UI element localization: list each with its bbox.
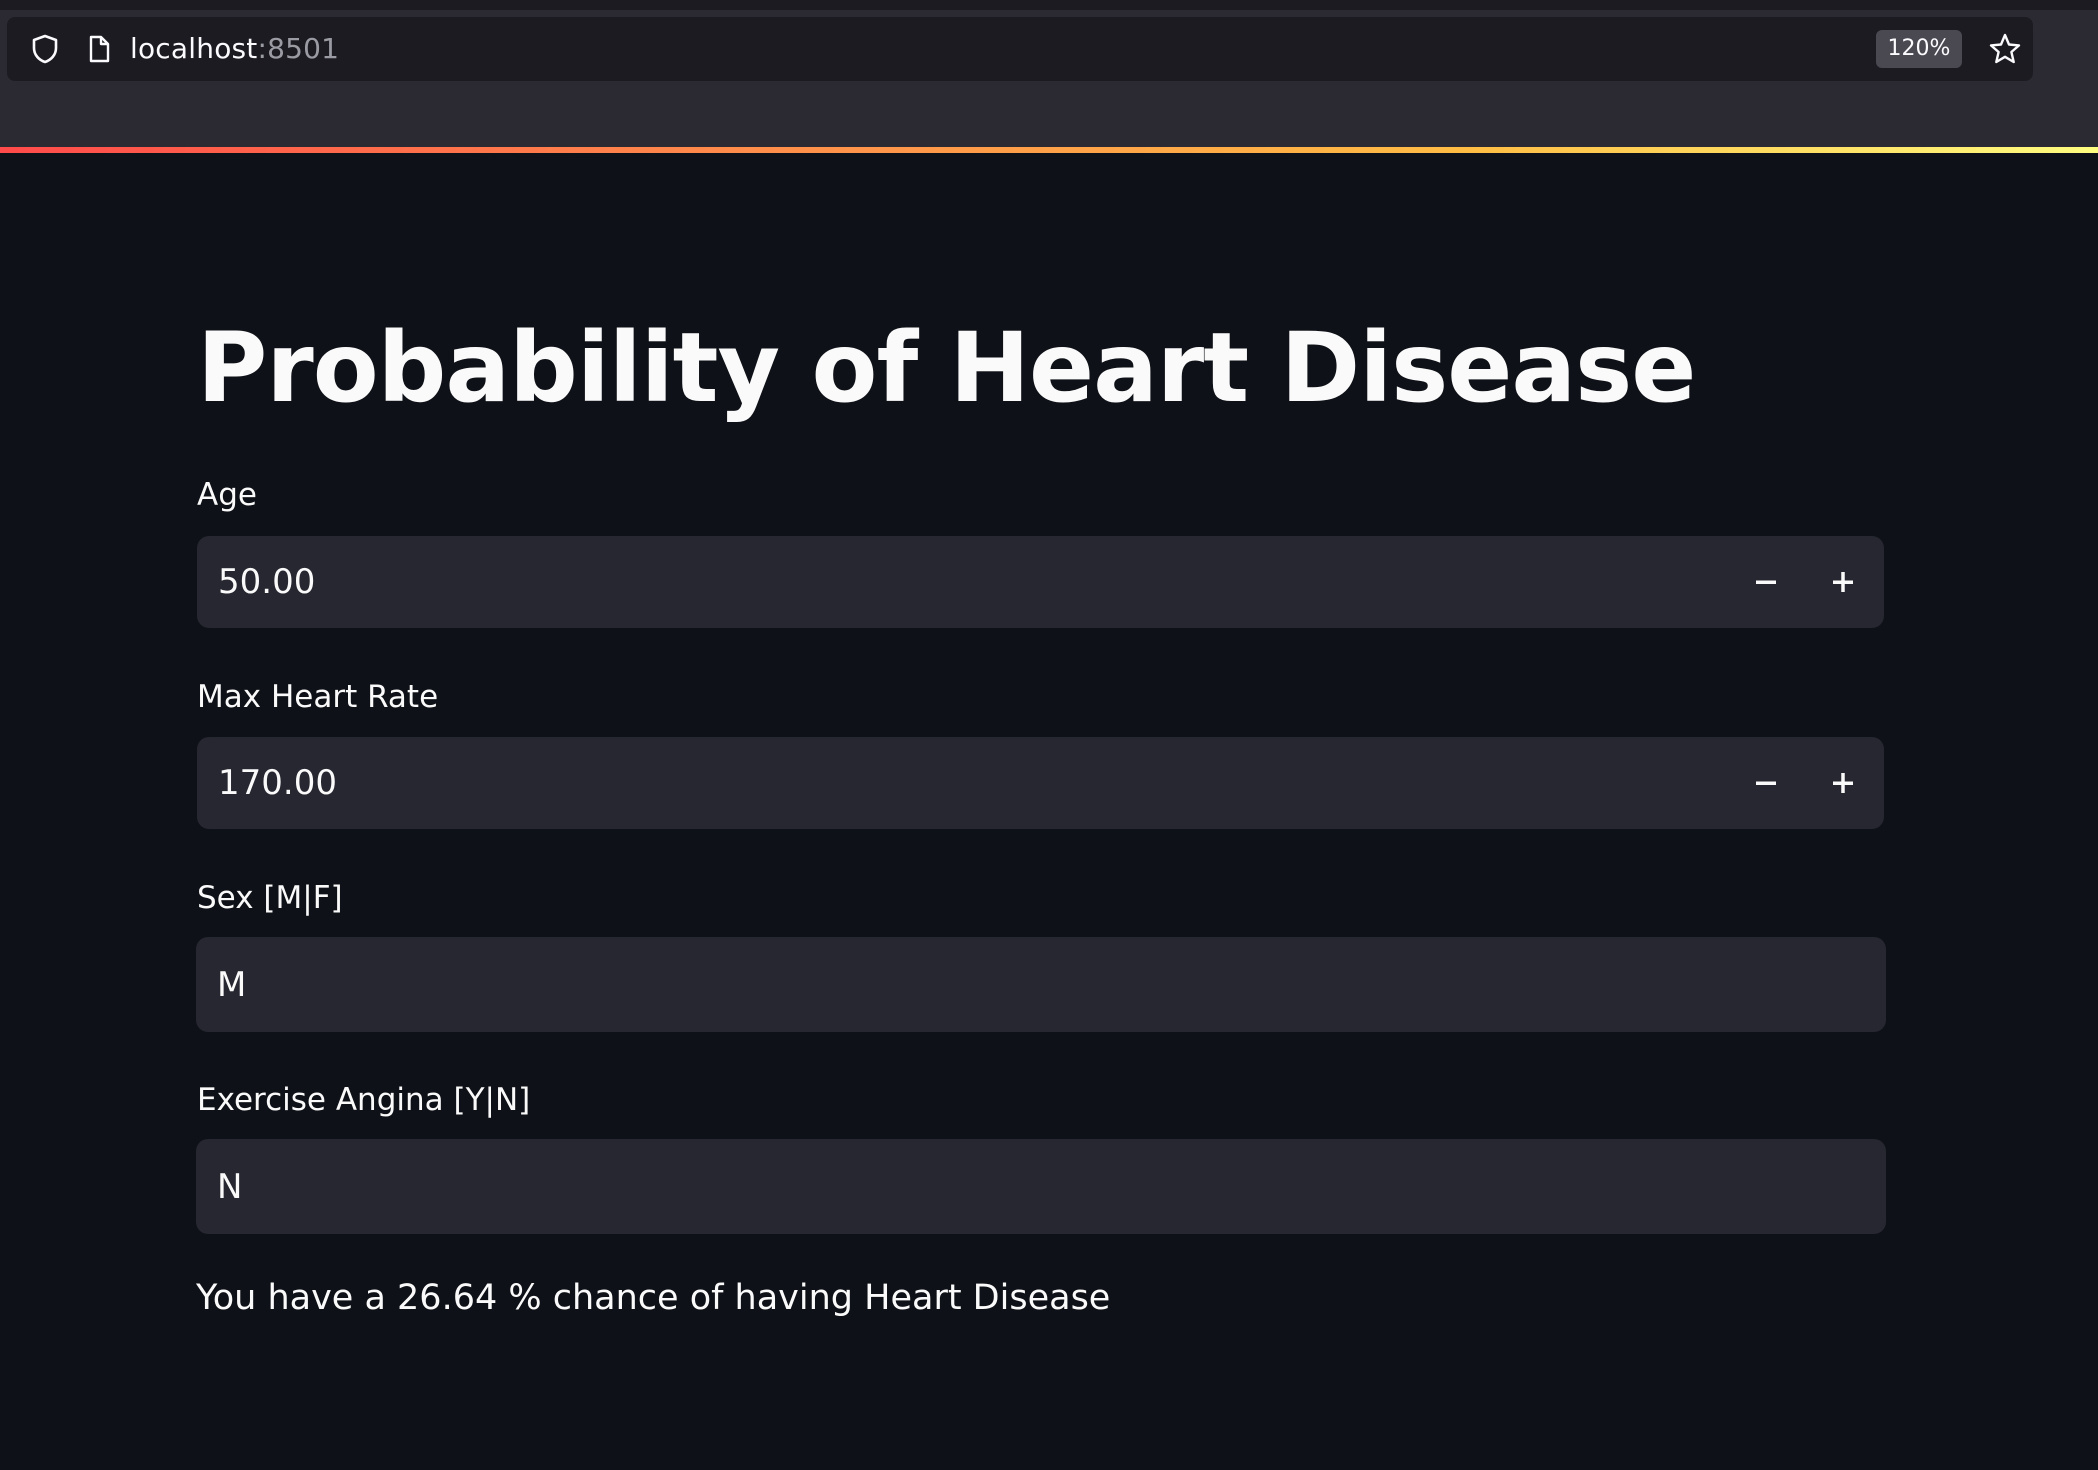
sex-text-input[interactable]: M [196, 937, 1886, 1032]
address-bar[interactable]: localhost:8501 120% [7, 17, 2033, 81]
age-label: Age [197, 477, 257, 513]
page-title: Probability of Heart Disease [197, 312, 1696, 424]
age-increment-button[interactable] [1808, 536, 1878, 628]
max-heart-rate-value[interactable]: 170.00 [218, 737, 337, 829]
age-decrement-button[interactable] [1731, 536, 1801, 628]
browser-toolbar: localhost:8501 120% [0, 0, 2098, 148]
result-text: You have a 26.64 % chance of having Hear… [196, 1278, 1111, 1318]
age-number-input[interactable]: 50.00 [197, 536, 1884, 628]
shield-icon[interactable] [27, 17, 63, 81]
zoom-level-badge[interactable]: 120% [1876, 30, 1962, 68]
age-value[interactable]: 50.00 [218, 536, 315, 628]
page-icon [81, 17, 117, 81]
minus-icon [1756, 781, 1776, 785]
app-main: Probability of Heart Disease Age 50.00 M… [0, 153, 2098, 1470]
sex-label: Sex [M|F] [197, 880, 343, 916]
max-heart-rate-increment-button[interactable] [1808, 737, 1878, 829]
max-heart-rate-decrement-button[interactable] [1731, 737, 1801, 829]
url-port: :8501 [257, 32, 340, 65]
plus-icon [1833, 773, 1853, 793]
exercise-angina-label: Exercise Angina [Y|N] [197, 1082, 531, 1118]
exercise-angina-value[interactable]: N [217, 1139, 242, 1234]
sex-value[interactable]: M [217, 937, 246, 1032]
star-icon[interactable] [1985, 17, 2025, 81]
exercise-angina-text-input[interactable]: N [196, 1139, 1886, 1234]
minus-icon [1756, 580, 1776, 584]
max-heart-rate-number-input[interactable]: 170.00 [197, 737, 1884, 829]
max-heart-rate-label: Max Heart Rate [197, 679, 439, 715]
tab-strip [0, 0, 2098, 10]
url-text[interactable]: localhost:8501 [130, 17, 339, 81]
url-host: localhost [130, 32, 258, 65]
plus-icon [1833, 572, 1853, 592]
